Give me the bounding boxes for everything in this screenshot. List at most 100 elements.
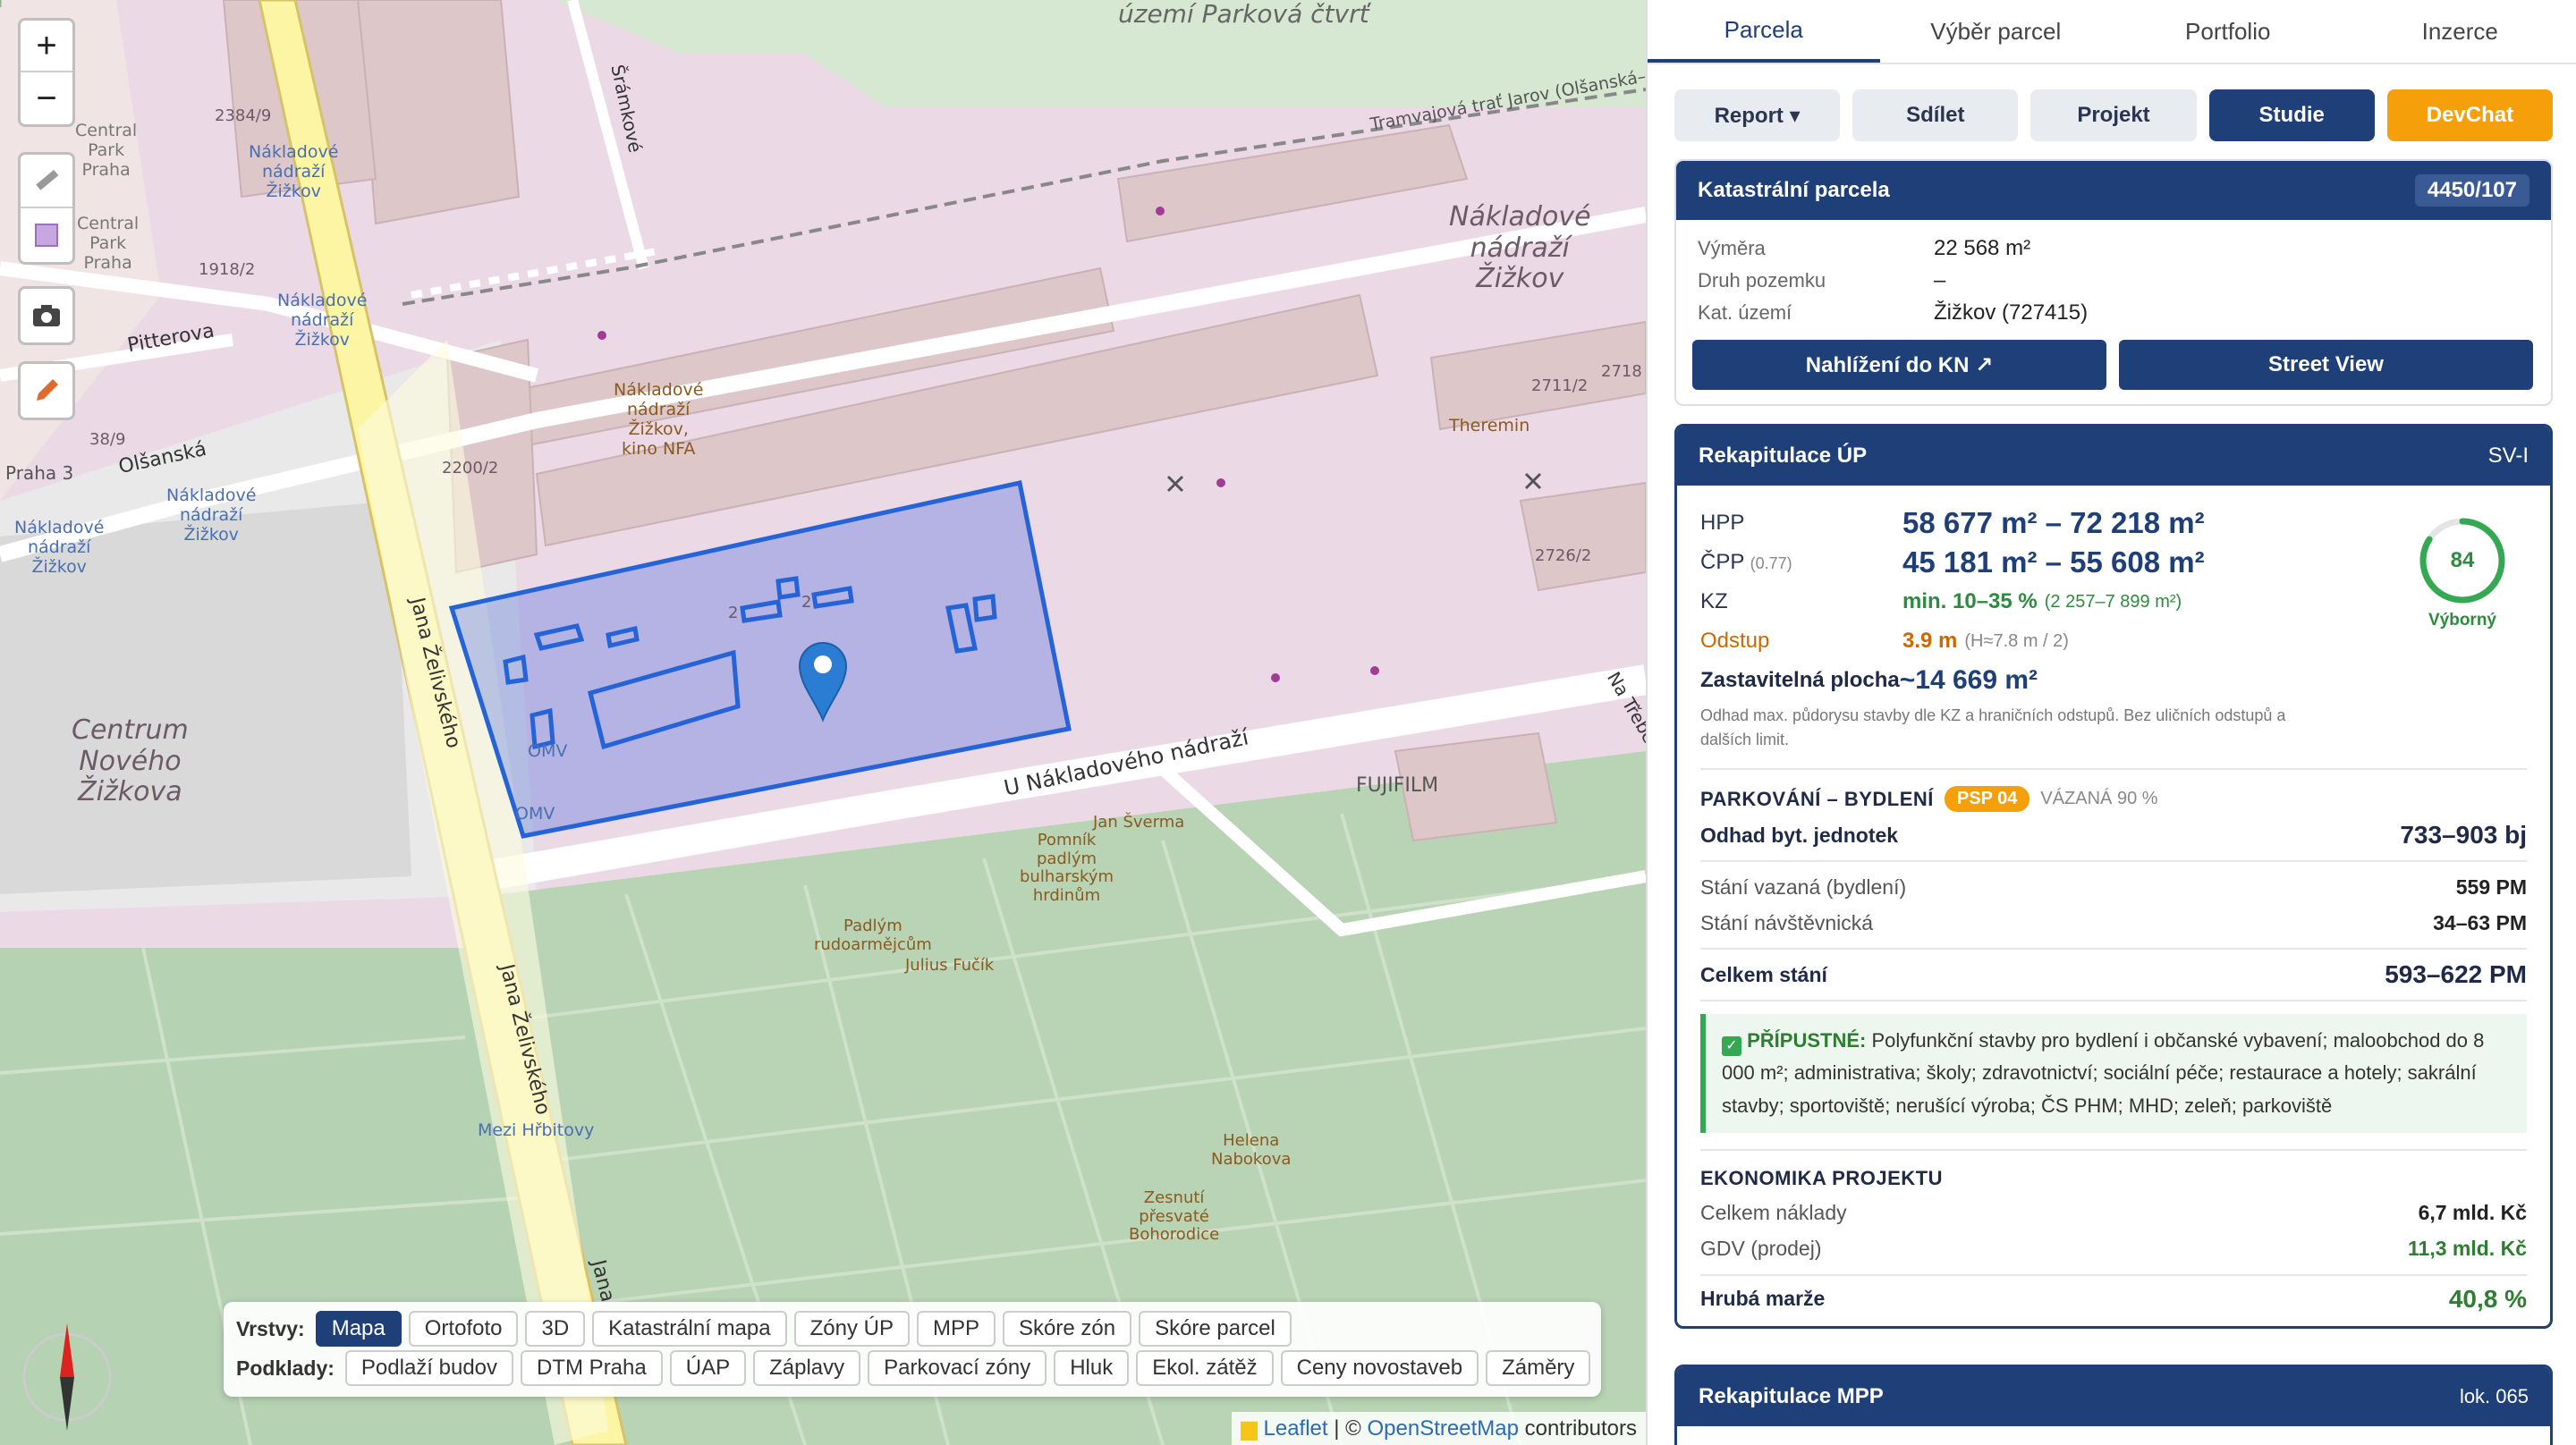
leaflet-link[interactable]: Leaflet (1264, 1416, 1328, 1441)
osm-link[interactable]: OpenStreetMap (1368, 1416, 1519, 1441)
base-chip[interactable]: Podlaží budov (344, 1350, 514, 1386)
cadastral-card: Katastrální parcela 4450/107 Výměra 22 56… (1674, 159, 2553, 406)
base-chip[interactable]: Záplavy (753, 1350, 861, 1386)
label-centrum: Centrum Nového Žižkova (72, 714, 189, 807)
zoom-out-button[interactable]: − (21, 72, 72, 124)
row-vymera: Výměra 22 568 m² (1676, 232, 2551, 265)
label-theremin: Theremin (1449, 416, 1530, 435)
label-praha3: Praha 3 (5, 462, 74, 484)
label-pomnik: Pomník padlým bulharským hrdinům (1020, 831, 1114, 906)
bases-label: Podklady: (236, 1356, 335, 1380)
score-value: 84 (2450, 548, 2475, 572)
layers-row: Vrstvy: Mapa Ortofoto 3D Katastrální mapa Zó… (236, 1309, 1589, 1348)
label-mezi-hrbitovy: Mezi Hřbitovy (478, 1120, 595, 1140)
layer-chip[interactable]: Skóre zón (1003, 1311, 1132, 1347)
nahlizeni-kn-button[interactable]: Nahlížení do KN ↗ (1692, 340, 2106, 390)
cadastral-title: Katastrální parcela (1698, 178, 1890, 202)
base-chip[interactable]: Parkovací zóny (868, 1350, 1047, 1386)
label-n2200: 2200/2 (442, 459, 499, 477)
up-code: SV-I (2487, 444, 2529, 468)
druh-value: – (1934, 268, 1946, 292)
tab-portfolio[interactable]: Portfolio (2112, 0, 2344, 63)
label-nakladove-l2: Nákladové nádraží Žižkov (277, 291, 368, 350)
zoom-in-button[interactable]: + (21, 21, 72, 72)
polygon-icon[interactable] (21, 208, 72, 262)
layer-chip[interactable]: Ortofoto (408, 1311, 519, 1347)
naklady-value: 6,7 mld. Kč (2418, 1201, 2527, 1225)
odstup-value: 3.9 m (1902, 629, 1958, 653)
layer-chip[interactable]: Zóny ÚP (793, 1311, 910, 1347)
camera-icon[interactable] (21, 289, 72, 342)
cadastral-buttons: Nahlížení do KN ↗ Street View (1676, 329, 2551, 404)
parking-title: PARKOVÁNÍ – BYDLENÍ (1700, 787, 1934, 810)
base-chip[interactable]: Ekol. zátěž (1136, 1350, 1274, 1386)
measure-tools (18, 152, 75, 265)
map-view[interactable]: území Parková čtvrť Nákladové nádraží Ži… (0, 0, 1646, 1445)
layer-chip[interactable]: Mapa (315, 1311, 402, 1347)
base-chip[interactable]: Ceny novostaveb (1280, 1350, 1479, 1386)
druh-label: Druh pozemku (1698, 269, 1826, 292)
label-central-park-2: Central Park Praha (77, 214, 140, 273)
hpp-value: 58 677 m² – 72 218 m² (1902, 506, 2205, 539)
label-kino: Nákladové nádraží Žižkov, kino NFA (614, 380, 704, 459)
units-label: Odhad byt. jednotek (1700, 823, 1899, 847)
study-button[interactable]: Studie (2208, 89, 2375, 141)
vymera-value: 22 568 m² (1934, 236, 2031, 260)
project-button[interactable]: Projekt (2030, 89, 2197, 141)
devchat-button[interactable]: DevChat (2386, 89, 2554, 141)
zastavitelna-value: ~14 669 m² (1899, 665, 2038, 695)
tab-parcela[interactable]: Parcela (1648, 0, 1880, 63)
attribution-rest: contributors (1518, 1416, 1637, 1441)
row-druh: Druh pozemku – (1676, 265, 2551, 297)
zastavitelna-row: Zastavitelná plocha ~14 669 m² (1700, 661, 2527, 700)
share-button[interactable]: Sdílet (1852, 89, 2019, 141)
street-view-button[interactable]: Street View (2119, 340, 2533, 390)
layer-chip[interactable]: MPP (916, 1311, 996, 1347)
layer-switcher: Vrstvy: Mapa Ortofoto 3D Katastrální mapa Zó… (224, 1302, 1601, 1397)
base-chip[interactable]: Hluk (1054, 1350, 1130, 1386)
label-nakladove-l3: Nákladové nádraží Žižkov (166, 486, 257, 545)
layer-chip[interactable]: Katastrální mapa (592, 1311, 787, 1347)
cpp-label: ČPP (1700, 550, 1744, 574)
label-zesnuti: Zesnutí přesvaté Bohorodice (1129, 1188, 1220, 1245)
naklady-label: Celkem náklady (1700, 1201, 1847, 1225)
parcel-number-badge: 4450/107 (2414, 174, 2529, 207)
base-chip[interactable]: ÚAP (669, 1350, 747, 1386)
label-omv-1: OMV (528, 741, 568, 761)
tab-vyber-parcel[interactable]: Výběr parcel (1880, 0, 2113, 63)
odstup-sub: (H≈7.8 m / 2) (1964, 630, 2069, 651)
map-tiles[interactable] (0, 0, 1646, 1445)
row-kat-uzemi: Kat. území Žižkov (727415) (1676, 297, 2551, 329)
hpp-row: HPP 58 677 m² – 72 218 m² (1700, 503, 2527, 543)
stani-vazana-row: Stání vazaná (bydlení) 559 PM (1677, 869, 2550, 905)
economics-header: EKONOMIKA PROJEKTU (1677, 1158, 2550, 1196)
report-button[interactable]: Report ▾ (1674, 89, 1841, 141)
celkem-stani-label: Celkem stání (1700, 962, 1827, 986)
permitted-box: ✓ PŘÍPUSTNÉ: Polyfunkční stavby pro bydl… (1700, 1014, 2527, 1133)
zoom-control: + − (18, 18, 75, 127)
mpp-title: Rekapitulace MPP (1699, 1383, 1884, 1408)
layer-chip[interactable]: Skóre parcel (1139, 1311, 1292, 1347)
pencil-icon[interactable] (21, 364, 72, 418)
base-chip[interactable]: Záměry (1486, 1350, 1591, 1386)
mpp-card: Rekapitulace MPP lok. 065 (1674, 1364, 2553, 1445)
mpp-header: Rekapitulace MPP lok. 065 (1677, 1366, 2550, 1426)
screenshot-tool (18, 286, 75, 345)
up-note: Odhad max. půdorysu stavby dle KZ a hran… (1700, 706, 2286, 748)
layer-chip[interactable]: 3D (525, 1311, 586, 1347)
label-n2384: 2384/9 (215, 106, 272, 125)
label-padlym: Padlým rudoarmějcům (814, 917, 932, 954)
up-header: Rekapitulace ÚP SV-I (1677, 427, 2550, 486)
score-gauge: 84 Výborný (2409, 516, 2516, 630)
gdv-value: 11,3 mld. Kč (2408, 1237, 2527, 1261)
kz-label: KZ (1700, 589, 1728, 613)
kz-value: min. 10–35 % (1902, 589, 2038, 613)
vymera-label: Výměra (1698, 237, 1766, 259)
stani-vazana-value: 559 PM (2455, 875, 2527, 899)
ruler-icon[interactable] (21, 155, 72, 208)
stani-navstevnicka-row: Stání návštěvnická 34–63 PM (1677, 905, 2550, 941)
label-n2711: 2711/2 (1531, 376, 1589, 395)
tab-inzerce[interactable]: Inzerce (2344, 0, 2576, 63)
side-panel: Parcela Výběr parcel Portfolio Inzerce R… (1646, 0, 2576, 1445)
base-chip[interactable]: DTM Praha (521, 1350, 663, 1386)
